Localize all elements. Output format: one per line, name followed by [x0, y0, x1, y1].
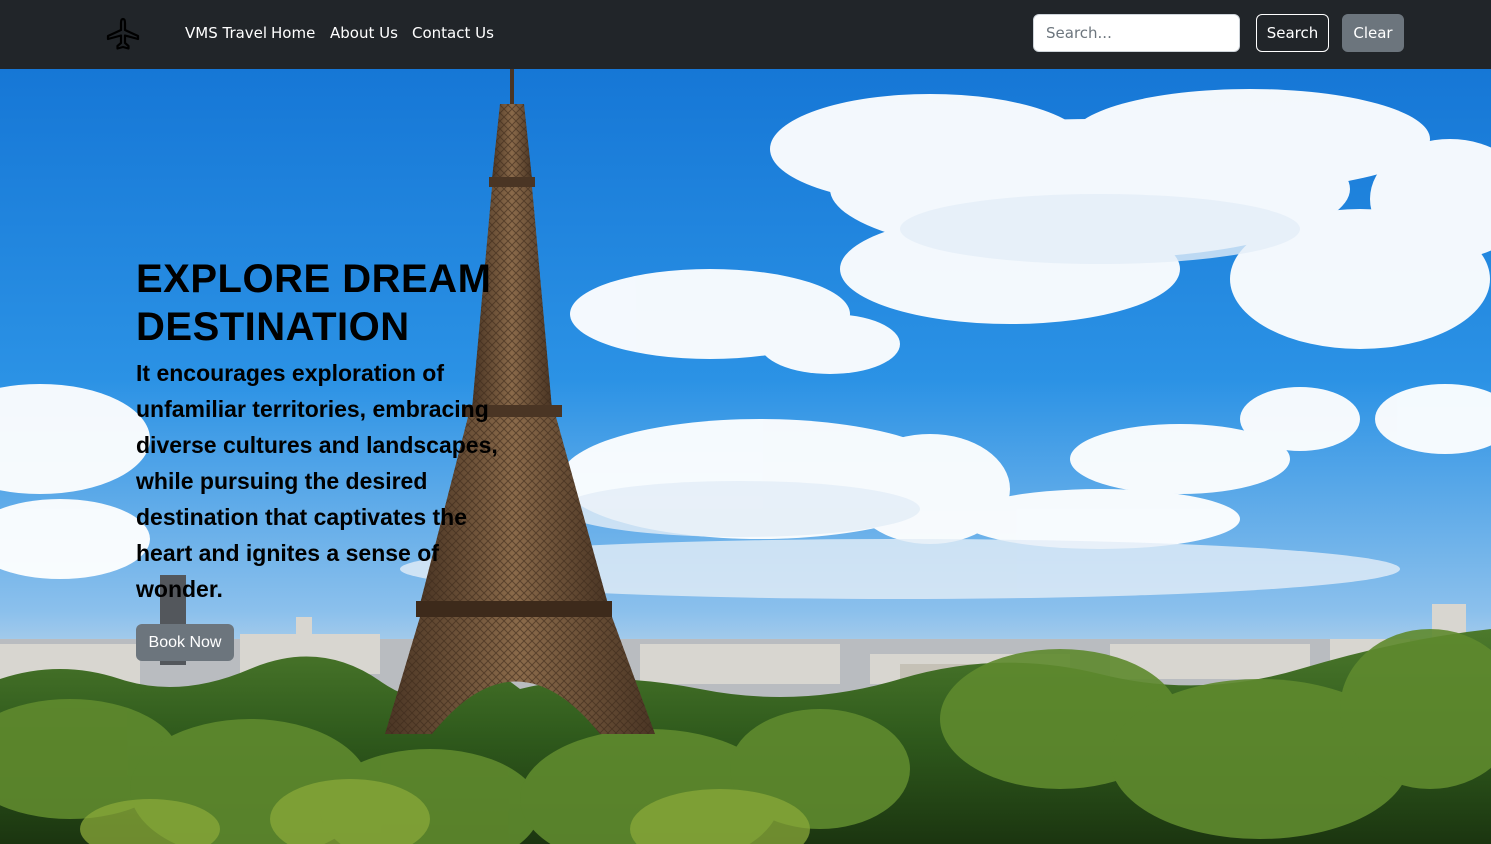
hero-content: EXPLORE DREAM DESTINATION It encourages …	[136, 255, 536, 607]
hero-description: It encourages exploration of unfamiliar …	[136, 360, 498, 602]
airplane-icon[interactable]	[104, 16, 142, 52]
search-input[interactable]	[1033, 14, 1240, 52]
nav-link-about[interactable]: About Us	[330, 23, 398, 43]
clear-button[interactable]: Clear	[1342, 14, 1404, 52]
brand-link[interactable]: VMS Travel	[185, 23, 267, 43]
nav-link-contact[interactable]: Contact Us	[412, 23, 494, 43]
hero-title: EXPLORE DREAM DESTINATION	[136, 257, 492, 349]
search-button[interactable]: Search	[1256, 14, 1329, 52]
nav-link-home[interactable]: Home	[271, 23, 315, 43]
navbar: VMS Travel Home About Us Contact Us Sear…	[0, 0, 1491, 69]
hero-section: EXPLORE DREAM DESTINATION It encourages …	[0, 69, 1491, 844]
book-now-button[interactable]: Book Now	[136, 624, 234, 661]
